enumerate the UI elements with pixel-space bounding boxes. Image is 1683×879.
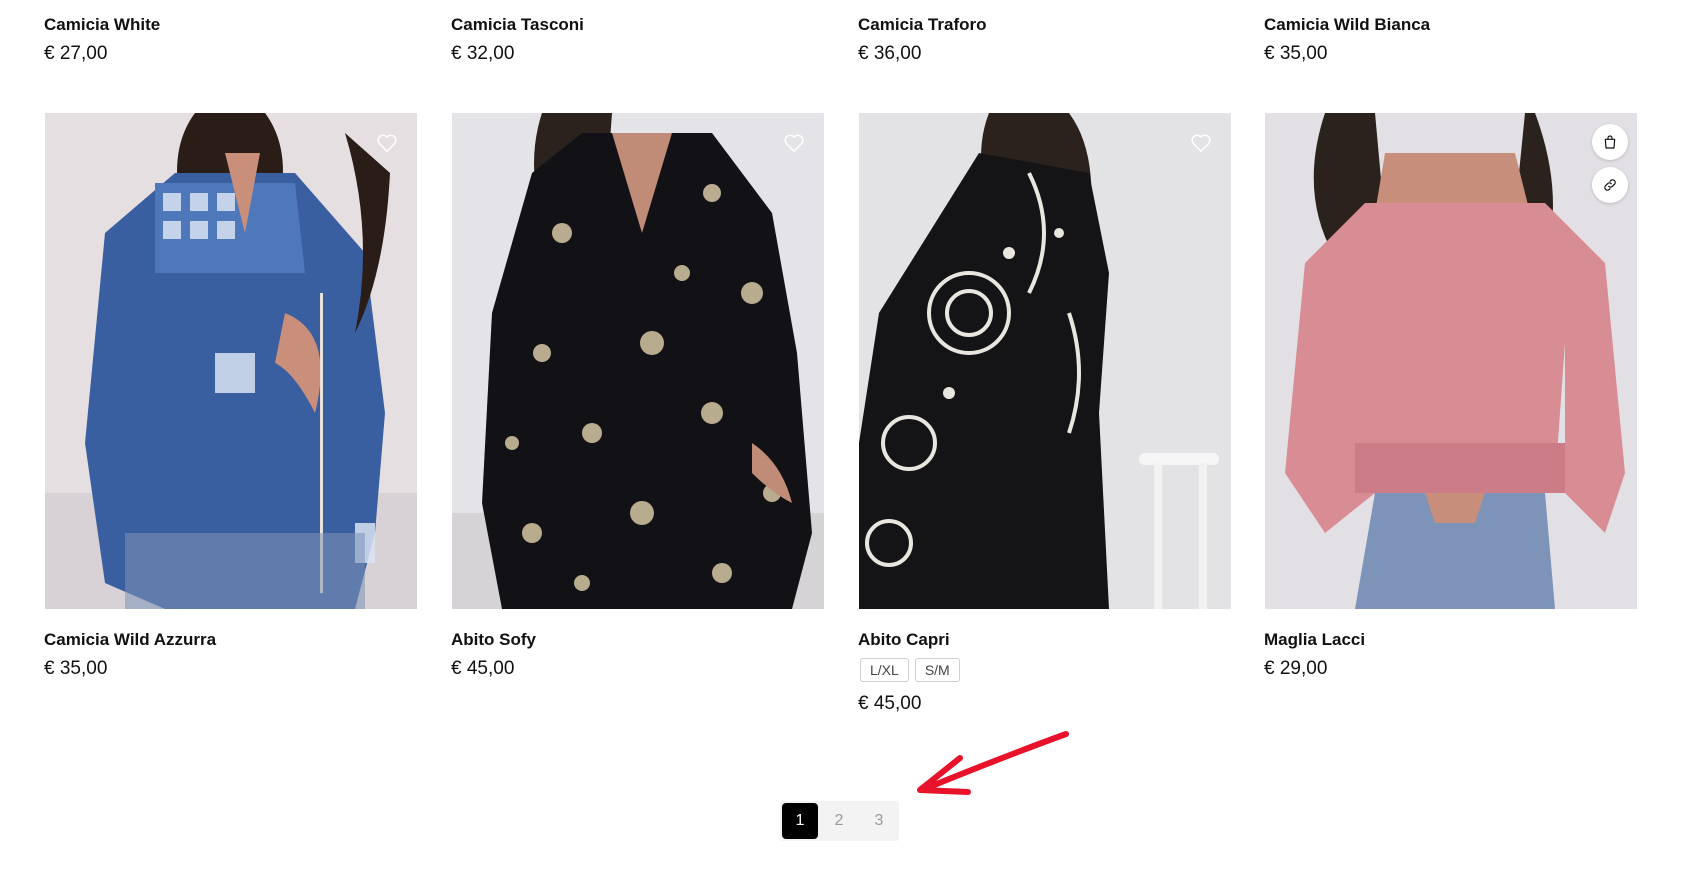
- size-options: L/XL S/M: [860, 658, 960, 682]
- product-image[interactable]: [452, 113, 824, 609]
- link-icon: [1604, 179, 1616, 191]
- wishlist-button[interactable]: [781, 130, 807, 156]
- product-name[interactable]: Camicia Tasconi: [451, 15, 584, 35]
- page-button[interactable]: 3: [859, 801, 899, 841]
- product-price: € 27,00: [44, 43, 108, 64]
- annotation-arrow: [917, 731, 1069, 795]
- black-embroidered-dress-photo: [859, 113, 1231, 609]
- pink-top-photo: [1265, 113, 1637, 609]
- size-option[interactable]: L/XL: [860, 658, 909, 682]
- product-price: € 36,00: [858, 43, 922, 64]
- product-price: € 35,00: [1264, 43, 1328, 64]
- page-button-current[interactable]: 1: [782, 803, 818, 839]
- product-image[interactable]: [859, 113, 1231, 609]
- product-name[interactable]: Camicia Wild Bianca: [1264, 15, 1430, 35]
- copy-link-button[interactable]: [1592, 167, 1628, 203]
- heart-icon: [377, 134, 397, 152]
- product-price: € 35,00: [44, 658, 108, 679]
- pagination: 1 2 3: [780, 801, 899, 841]
- product-name[interactable]: Abito Capri: [858, 630, 950, 650]
- size-option[interactable]: S/M: [914, 658, 960, 682]
- wishlist-button[interactable]: [1188, 130, 1214, 156]
- product-grid: Camicia White € 27,00 Camicia Tasconi € …: [0, 0, 1683, 879]
- product-name[interactable]: Abito Sofy: [451, 630, 536, 650]
- heart-icon: [1191, 134, 1211, 152]
- product-image[interactable]: [45, 113, 417, 609]
- black-floral-dress-photo: [452, 113, 824, 609]
- product-price: € 45,00: [858, 693, 922, 714]
- product-price: € 32,00: [451, 43, 515, 64]
- product-name[interactable]: Camicia White: [44, 15, 160, 35]
- product-price: € 29,00: [1264, 658, 1328, 679]
- blue-embroidered-shirt-photo: [45, 113, 417, 609]
- wishlist-button[interactable]: [374, 130, 400, 156]
- add-to-cart-button[interactable]: [1592, 124, 1628, 160]
- product-image[interactable]: [1265, 113, 1637, 609]
- heart-icon: [784, 134, 804, 152]
- product-name[interactable]: Maglia Lacci: [1264, 630, 1365, 650]
- product-name[interactable]: Camicia Traforo: [858, 15, 987, 35]
- shopping-bag-icon: [1604, 135, 1616, 149]
- product-name[interactable]: Camicia Wild Azzurra: [44, 630, 216, 650]
- product-price: € 45,00: [451, 658, 515, 679]
- page-button[interactable]: 2: [819, 801, 859, 841]
